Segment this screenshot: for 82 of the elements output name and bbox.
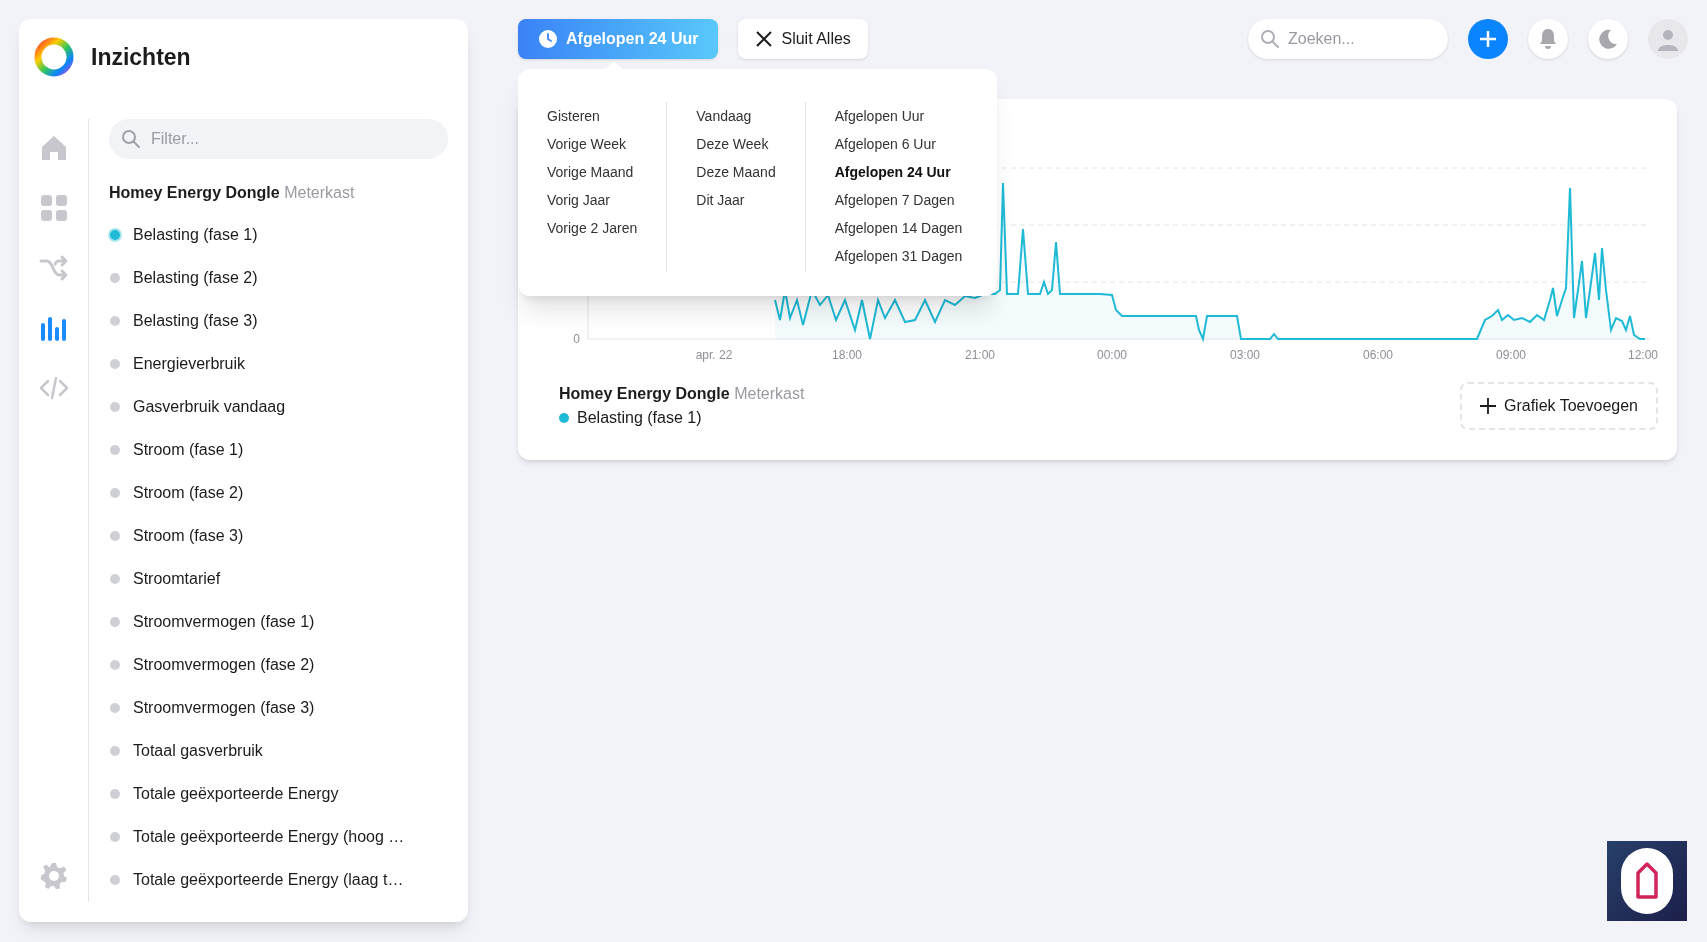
radio-unselected[interactable] <box>110 573 120 584</box>
search-icon <box>1260 29 1280 49</box>
radio-unselected[interactable] <box>110 831 120 842</box>
notifications-button[interactable] <box>1528 19 1568 59</box>
insight-list-item[interactable]: Belasting (fase 1) <box>133 222 258 247</box>
search-icon <box>121 129 141 149</box>
page-title: Inzichten <box>91 42 191 72</box>
dark-mode-button[interactable] <box>1588 19 1628 59</box>
close-all-button[interactable]: Sluit Alles <box>738 19 868 59</box>
time-range-option[interactable]: Vorige 2 Jaren <box>547 214 638 242</box>
time-range-option[interactable]: Deze Maand <box>696 158 776 186</box>
x-axis-label: 03:00 <box>1230 348 1260 362</box>
x-axis-label: 21:00 <box>965 348 995 362</box>
x-axis-label: 12:00 <box>1628 348 1658 362</box>
insight-list-item[interactable]: Stroomvermogen (fase 1) <box>133 609 315 634</box>
time-range-option[interactable]: Afgelopen 24 Uur <box>834 158 963 186</box>
radio-unselected[interactable] <box>110 487 120 498</box>
time-range-option[interactable]: Vorig Jaar <box>547 186 638 214</box>
add-button[interactable] <box>1468 19 1508 59</box>
time-range-option[interactable]: Afgelopen 7 Dagen <box>834 186 963 214</box>
radio-unselected[interactable] <box>110 272 120 283</box>
grid-icon <box>38 193 69 223</box>
add-chart-button[interactable]: Grafiek Toevoegen <box>1460 382 1658 430</box>
radio-unselected[interactable] <box>110 788 120 799</box>
x-axis-label: 06:00 <box>1363 348 1393 362</box>
insight-list-item[interactable]: Energieverbruik <box>133 351 246 376</box>
time-range-option[interactable]: Afgelopen 6 Uur <box>834 130 963 158</box>
search-field[interactable]: Zoeken... <box>1248 19 1448 59</box>
legend-device-zone: Meterkast <box>734 385 805 402</box>
radio-unselected[interactable] <box>110 401 120 412</box>
filter-field[interactable]: Filter... <box>109 119 448 159</box>
x-axis-label: 09:00 <box>1496 348 1526 362</box>
time-range-option[interactable]: Vorige Maand <box>547 158 638 186</box>
legend-series-label: Belasting (fase 1) <box>577 408 702 428</box>
radio-unselected[interactable] <box>110 315 120 326</box>
radio-unselected[interactable] <box>110 659 120 670</box>
device-name: Homey Energy Dongle <box>109 184 280 201</box>
insight-list-item[interactable]: Stroom (fase 1) <box>133 437 244 462</box>
radio-unselected[interactable] <box>110 702 120 713</box>
insight-list-item[interactable]: Totale geëxporteerde Energy (laag t… <box>133 867 404 892</box>
moon-icon <box>1597 28 1619 50</box>
time-range-option[interactable]: Vandaag <box>696 102 776 130</box>
bell-icon <box>1538 28 1558 50</box>
radio-selected[interactable] <box>108 227 122 242</box>
x-axis-label: 00:00 <box>1097 348 1127 362</box>
clock-icon <box>538 29 558 49</box>
insight-list-item[interactable]: Gasverbruik vandaag <box>133 394 286 419</box>
insight-list-item[interactable]: Belasting (fase 3) <box>133 308 258 333</box>
time-range-option[interactable]: Dit Jaar <box>696 186 776 214</box>
y-axis-label: 0 <box>573 332 580 346</box>
insight-list-item[interactable]: Stroomtarief <box>133 566 221 591</box>
insight-list-item[interactable]: Totale geëxporteerde Energy (hoog … <box>133 824 405 849</box>
close-icon <box>755 30 774 48</box>
time-range-option[interactable]: Afgelopen 31 Dagen <box>834 242 963 270</box>
x-axis-label: 18:00 <box>832 348 862 362</box>
insight-list-item[interactable]: Stroomvermogen (fase 2) <box>133 652 315 677</box>
time-range-option[interactable]: Afgelopen 14 Dagen <box>834 214 963 242</box>
time-range-option[interactable]: Vorige Week <box>547 130 638 158</box>
legend-device-name: Homey Energy Dongle <box>559 385 730 402</box>
radio-unselected[interactable] <box>110 358 120 369</box>
settings-icon <box>38 861 69 891</box>
time-range-option[interactable]: Afgelopen Uur <box>834 102 963 130</box>
insight-list-item[interactable]: Belasting (fase 2) <box>133 265 258 290</box>
radio-unselected[interactable] <box>110 530 120 541</box>
insight-list-item[interactable]: Totaal gasverbruik <box>133 738 263 763</box>
radio-unselected[interactable] <box>110 874 120 885</box>
insight-list-item[interactable]: Stroom (fase 2) <box>133 480 244 505</box>
radio-unselected[interactable] <box>110 616 120 627</box>
radio-unselected[interactable] <box>110 745 120 756</box>
insight-list-item[interactable]: Stroom (fase 3) <box>133 523 244 548</box>
device-zone: Meterkast <box>284 184 355 201</box>
user-avatar[interactable] <box>1648 19 1688 59</box>
shuffle-arrows-icon <box>38 253 69 283</box>
radio-unselected[interactable] <box>110 444 120 455</box>
app-logo-icon <box>33 36 75 78</box>
plus-icon <box>1478 29 1498 49</box>
plus-icon <box>1480 398 1496 414</box>
time-range-option[interactable]: Deze Week <box>696 130 776 158</box>
insight-list-item[interactable]: Totale geëxporteerde Energy <box>133 781 339 806</box>
time-range-option[interactable]: Gisteren <box>547 102 638 130</box>
x-axis-label: apr. 22 <box>695 348 733 362</box>
insight-list-item[interactable]: Stroomvermogen (fase 3) <box>133 695 315 720</box>
